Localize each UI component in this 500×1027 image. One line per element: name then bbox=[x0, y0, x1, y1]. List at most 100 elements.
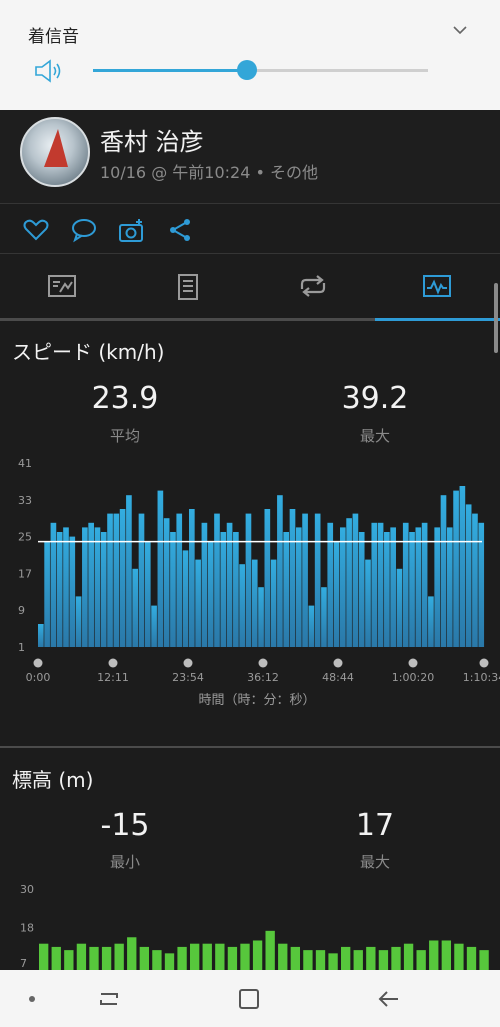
recents-icon[interactable] bbox=[97, 988, 121, 1010]
x-tick-label: 1:10:34 bbox=[463, 671, 500, 684]
speed-bar bbox=[434, 527, 441, 647]
y-tick-label: 30 bbox=[20, 883, 34, 896]
elevation-bar bbox=[101, 946, 112, 970]
elevation-min-label: 最小 bbox=[109, 853, 140, 871]
speed-bar bbox=[465, 504, 472, 647]
speed-bar bbox=[138, 513, 145, 647]
speed-bar bbox=[358, 532, 365, 647]
volume-icon[interactable] bbox=[33, 57, 63, 85]
speed-bar bbox=[100, 532, 107, 647]
speed-bar bbox=[302, 513, 308, 647]
speed-bar bbox=[428, 596, 434, 647]
volume-slider-thumb[interactable] bbox=[237, 60, 258, 80]
volume-slider-fill bbox=[93, 69, 248, 72]
x-tick-dot bbox=[408, 658, 418, 668]
speed-bar bbox=[176, 513, 183, 647]
speed-bar bbox=[239, 564, 245, 647]
system-navigation-bar bbox=[0, 970, 500, 1027]
volume-slider[interactable] bbox=[93, 60, 428, 80]
speed-bar bbox=[233, 532, 239, 647]
x-tick-label: 0:00 bbox=[26, 671, 51, 684]
y-tick-label: 25 bbox=[18, 531, 32, 544]
speed-chart: 41 33 25 17 9 1 0:00 12:11 23:54 36:12 48:44 1:00:2… bbox=[18, 457, 500, 708]
tab-map[interactable] bbox=[0, 254, 125, 318]
elevation-bar bbox=[240, 943, 250, 970]
speed-bar bbox=[56, 532, 63, 647]
speed-bar bbox=[214, 513, 220, 647]
x-tick-dot bbox=[479, 658, 489, 668]
speed-bar bbox=[472, 513, 478, 647]
speed-bar bbox=[126, 495, 132, 647]
speed-bar bbox=[459, 486, 466, 647]
speed-bar bbox=[245, 513, 252, 647]
speed-bar bbox=[251, 559, 258, 647]
elevation-bar bbox=[265, 930, 275, 970]
tab-laps[interactable] bbox=[250, 254, 375, 318]
speed-bar bbox=[346, 518, 352, 647]
elevation-bar bbox=[403, 943, 414, 970]
elevation-bar bbox=[39, 943, 49, 970]
elevation-bar bbox=[315, 950, 326, 970]
speed-bar bbox=[321, 587, 327, 647]
x-tick-dot bbox=[33, 658, 43, 668]
activity-subtitle: 10/16 @ 午前10:24 • その他 bbox=[100, 163, 319, 182]
elevation-bar bbox=[51, 946, 61, 970]
speed-bar bbox=[453, 490, 459, 647]
speed-bar bbox=[188, 509, 195, 647]
speed-bar bbox=[390, 527, 396, 647]
elevation-bar bbox=[290, 946, 300, 970]
speed-bar bbox=[446, 527, 453, 647]
speed-bar bbox=[107, 513, 113, 647]
elevation-bar bbox=[391, 946, 401, 970]
x-tick-label: 48:44 bbox=[322, 671, 354, 684]
volume-panel: 着信音 bbox=[0, 0, 500, 110]
charts-tab-icon bbox=[423, 275, 451, 297]
laps-tab-icon bbox=[300, 275, 326, 297]
elevation-bar bbox=[127, 937, 137, 970]
social-actions bbox=[0, 205, 500, 253]
speed-bar bbox=[113, 513, 120, 647]
elevation-bar bbox=[64, 950, 74, 970]
speed-max-label: 最大 bbox=[359, 427, 390, 445]
speed-bar bbox=[289, 509, 296, 647]
map-tab-icon bbox=[48, 275, 76, 297]
avatar[interactable] bbox=[20, 117, 90, 187]
elevation-bar bbox=[227, 946, 238, 970]
elevation-bar bbox=[378, 950, 389, 970]
share-icon[interactable] bbox=[166, 217, 194, 243]
speed-bar bbox=[440, 495, 447, 647]
x-tick-label: 12:11 bbox=[97, 671, 129, 684]
scrollbar[interactable] bbox=[494, 283, 498, 353]
speed-bar bbox=[163, 518, 170, 647]
tab-summary[interactable] bbox=[125, 254, 250, 318]
back-icon[interactable] bbox=[377, 988, 401, 1010]
speed-average-value: 23.9 bbox=[91, 381, 159, 416]
speed-bar bbox=[132, 568, 139, 647]
elevation-max-value: 17 bbox=[355, 808, 395, 843]
add-photo-icon[interactable] bbox=[118, 217, 146, 243]
divider bbox=[0, 203, 500, 204]
speed-bar bbox=[270, 559, 277, 647]
heart-icon[interactable] bbox=[22, 217, 50, 243]
elevation-chart: 30 18 7 bbox=[20, 883, 489, 970]
x-tick-dot bbox=[333, 658, 343, 668]
chevron-down-icon[interactable] bbox=[452, 22, 468, 38]
x-tick-dot bbox=[183, 658, 193, 668]
elevation-bar bbox=[252, 940, 263, 970]
speed-bar bbox=[339, 527, 346, 647]
speed-section-title: スピード (km/h) bbox=[12, 340, 165, 364]
speed-bar bbox=[264, 509, 271, 647]
elevation-bar bbox=[139, 946, 149, 970]
tab-charts[interactable] bbox=[375, 254, 500, 318]
y-tick-label: 41 bbox=[18, 457, 32, 470]
elevation-bar bbox=[89, 946, 99, 970]
elevation-bar bbox=[278, 943, 288, 970]
comment-icon[interactable] bbox=[70, 217, 98, 243]
speed-bar bbox=[170, 532, 176, 647]
elevation-bar bbox=[303, 950, 313, 970]
home-icon[interactable] bbox=[237, 988, 261, 1010]
elevation-min-value: -15 bbox=[100, 808, 150, 843]
speed-bar bbox=[144, 541, 151, 647]
speed-bar bbox=[119, 509, 126, 647]
speed-max-value: 39.2 bbox=[341, 381, 409, 416]
